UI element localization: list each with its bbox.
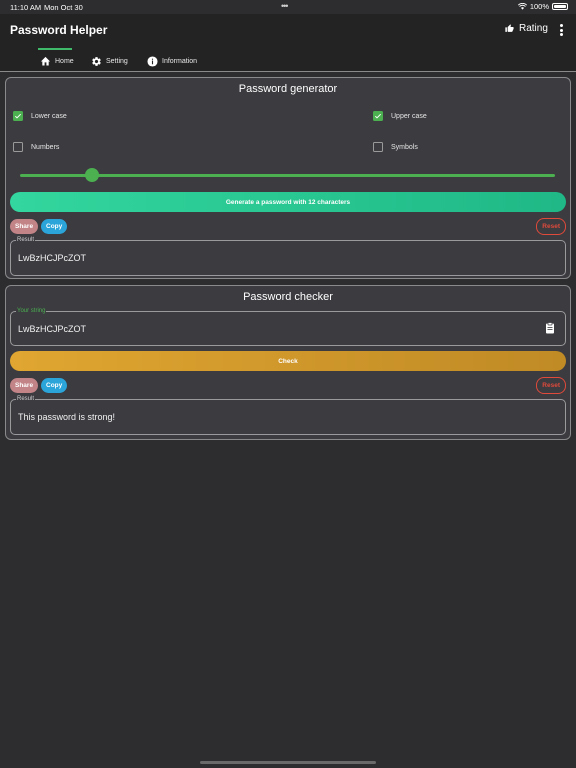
- status-bar: 11:10 AM Mon Oct 30 ••• 100%: [0, 0, 576, 14]
- lowercase-label: Lower case: [31, 112, 67, 120]
- generator-copy-button[interactable]: Copy: [41, 219, 68, 234]
- tab-setting[interactable]: Setting: [91, 50, 128, 72]
- length-slider-thumb[interactable]: [85, 168, 100, 182]
- checker-title: Password checker: [243, 291, 333, 303]
- numbers-label: Numbers: [31, 143, 60, 151]
- info-icon: [147, 55, 158, 67]
- app-bar: Password Helper Rating Home Setting Info…: [0, 14, 576, 72]
- length-slider[interactable]: [20, 168, 555, 182]
- tab-information[interactable]: Information: [147, 50, 197, 72]
- symbols-checkbox[interactable]: [373, 142, 383, 152]
- generator-result-field[interactable]: Result LwBzHCJPcZOT: [10, 236, 566, 276]
- password-checker-card: Password checker Your string LwBzHCJPcZO…: [5, 285, 571, 440]
- password-generator-card: Password generator Lower case Upper case…: [5, 77, 571, 279]
- numbers-option[interactable]: Numbers: [13, 142, 59, 152]
- tab-bar: Home Setting Information: [0, 50, 576, 72]
- uppercase-checkbox[interactable]: [373, 111, 383, 121]
- checker-share-button[interactable]: Share: [10, 378, 39, 393]
- tab-home[interactable]: Home: [40, 50, 74, 72]
- uppercase-label: Upper case: [391, 112, 427, 120]
- checker-input-label: Your string: [16, 307, 47, 315]
- generate-password-button[interactable]: Generate a password with 12 characters: [10, 192, 566, 212]
- checker-copy-button[interactable]: Copy: [41, 378, 68, 393]
- more-menu-icon[interactable]: [557, 24, 565, 38]
- checker-result-value: This password is strong!: [18, 412, 116, 422]
- clipboard-icon[interactable]: [545, 322, 555, 334]
- generator-result-value: LwBzHCJPcZOT: [18, 253, 87, 263]
- uppercase-option[interactable]: Upper case: [373, 111, 427, 121]
- app-bar-divider: [0, 71, 576, 72]
- status-indicators: 100%: [517, 2, 568, 11]
- checker-input-field[interactable]: Your string LwBzHCJPcZOT: [10, 307, 566, 346]
- tab-home-label: Home: [55, 57, 74, 65]
- status-date: Mon Oct 30: [44, 3, 83, 12]
- lowercase-checkbox[interactable]: [13, 111, 23, 121]
- generator-result-label: Result: [16, 236, 36, 244]
- rating-button[interactable]: Rating: [505, 23, 548, 34]
- checker-result-label: Result: [16, 395, 36, 403]
- home-icon: [40, 56, 51, 66]
- app-title: Password Helper: [10, 23, 108, 37]
- battery-icon: [552, 3, 568, 10]
- generator-share-button[interactable]: Share: [10, 219, 39, 234]
- thumbs-up-icon: [505, 24, 514, 32]
- symbols-option[interactable]: Symbols: [373, 142, 418, 152]
- checker-result-field[interactable]: Result This password is strong!: [10, 395, 566, 435]
- rating-label: Rating: [519, 23, 548, 34]
- home-indicator[interactable]: [200, 761, 376, 764]
- tab-setting-label: Setting: [106, 57, 128, 65]
- generator-title: Password generator: [238, 83, 338, 95]
- gear-icon: [92, 56, 101, 66]
- multitasking-dots[interactable]: •••: [281, 1, 289, 11]
- checker-reset-button[interactable]: Reset: [536, 377, 566, 394]
- wifi-icon: [517, 3, 527, 10]
- checker-input-value[interactable]: LwBzHCJPcZOT: [18, 324, 86, 334]
- check-password-button[interactable]: Check: [10, 351, 566, 371]
- battery-percent: 100%: [529, 2, 549, 11]
- numbers-checkbox[interactable]: [13, 142, 23, 152]
- status-time: 11:10 AM: [10, 3, 42, 12]
- active-tab-indicator: [38, 48, 72, 50]
- symbols-label: Symbols: [391, 143, 418, 151]
- tab-information-label: Information: [162, 57, 198, 65]
- generator-reset-button[interactable]: Reset: [536, 218, 566, 235]
- check-icon: [14, 113, 22, 119]
- lowercase-option[interactable]: Lower case: [13, 111, 67, 121]
- check-icon: [374, 113, 382, 119]
